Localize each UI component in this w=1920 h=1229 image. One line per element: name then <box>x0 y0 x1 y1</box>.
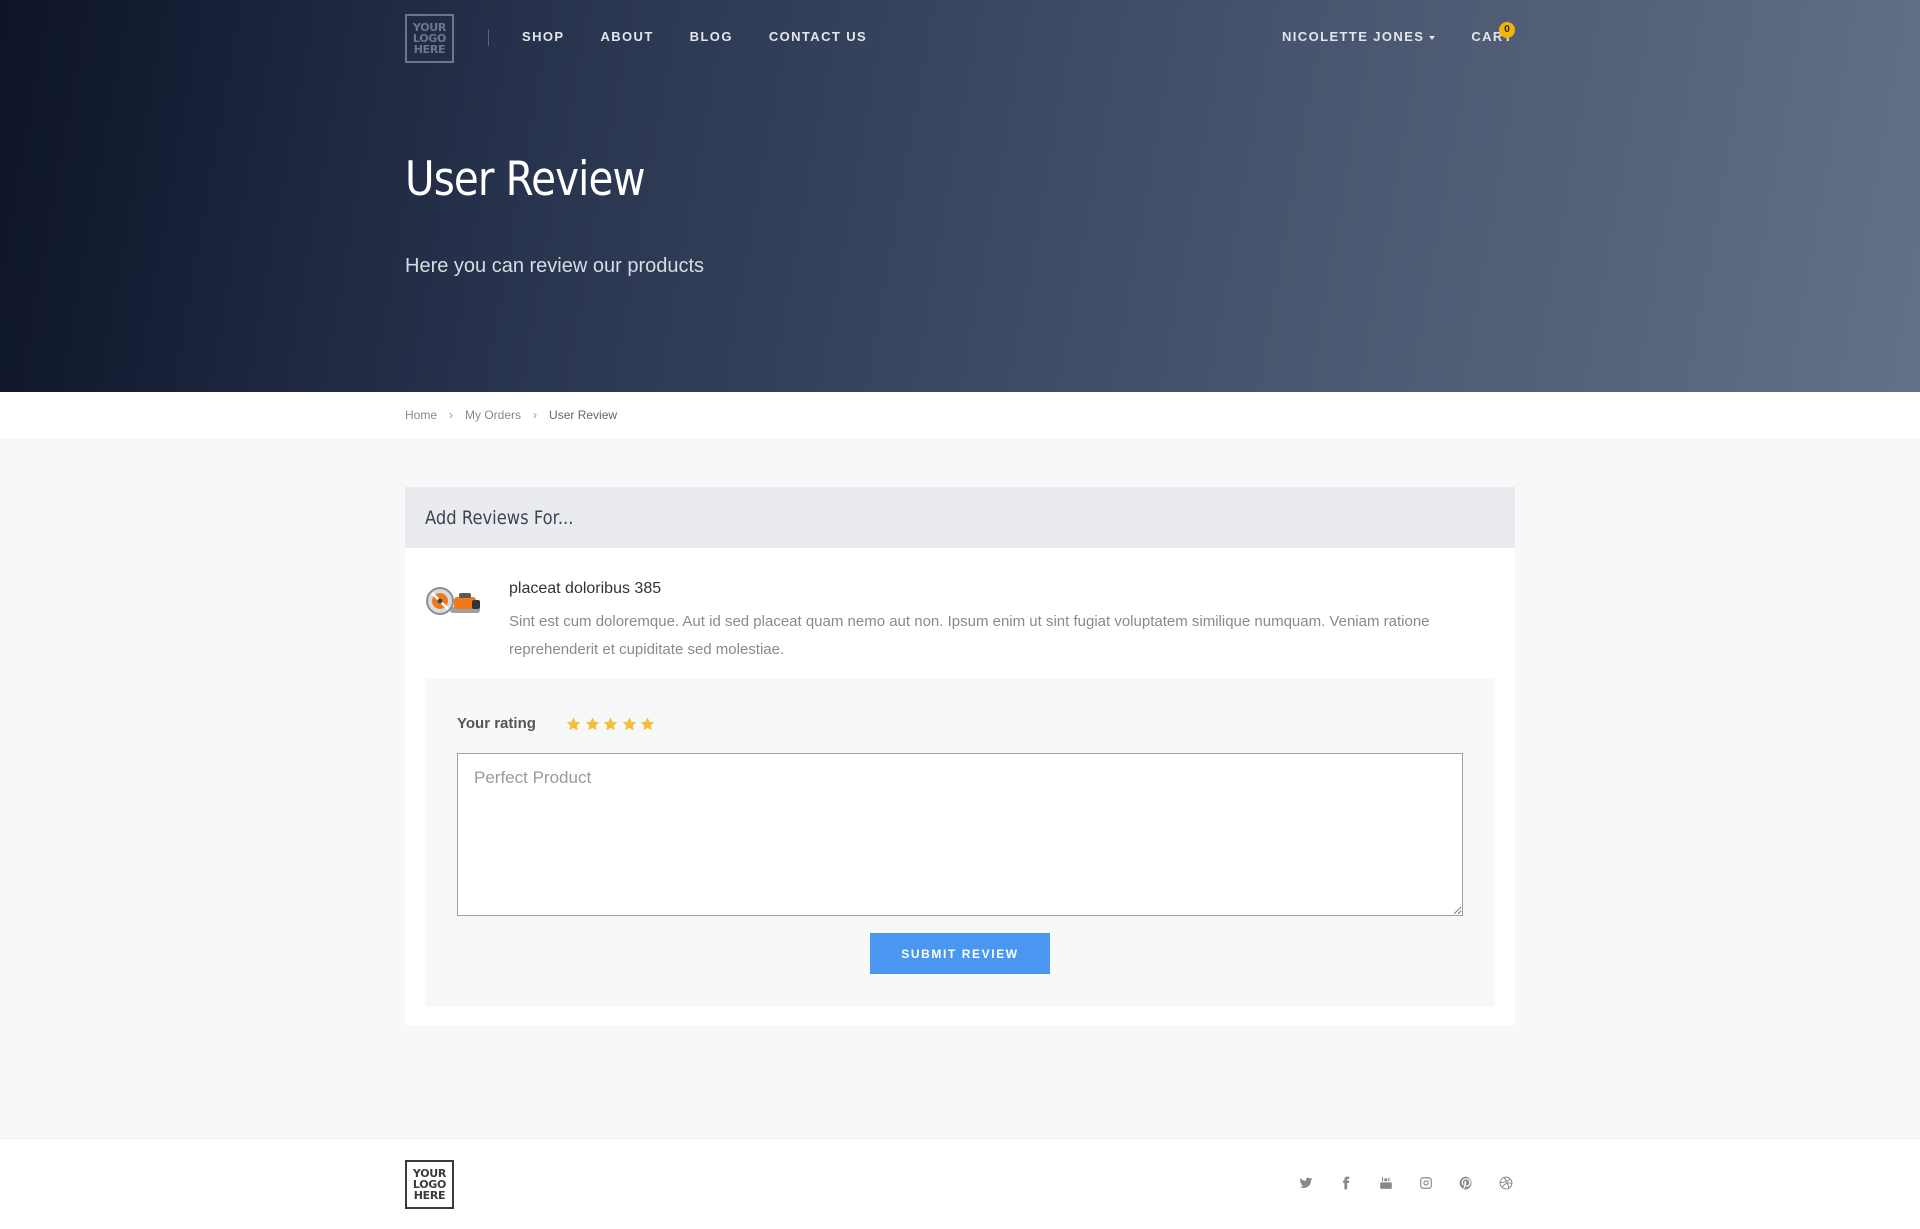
review-form: Your rating SUBMIT REVIEW <box>425 679 1495 1007</box>
page-subtitle: Here you can review our products <box>405 255 705 277</box>
review-textarea[interactable] <box>457 753 1463 916</box>
footer-logo[interactable]: YOUR LOGO HERE <box>405 1160 454 1209</box>
nav-contact[interactable]: CONTACT US <box>769 29 867 44</box>
star-icon[interactable] <box>639 716 656 732</box>
card-header: Add Reviews For... <box>405 487 1515 548</box>
nav-shop[interactable]: SHOP <box>522 29 564 44</box>
nav-about[interactable]: ABOUT <box>600 29 653 44</box>
cart-count-badge: 0 <box>1499 22 1515 38</box>
user-menu[interactable]: NICOLETTE JONES <box>1282 29 1436 44</box>
pinterest-icon[interactable] <box>1446 1175 1486 1191</box>
hero-banner: YOUR LOGO HERE SHOP ABOUT BLOG CONTACT U… <box>0 0 1920 392</box>
breadcrumb-bar: Home › My Orders › User Review <box>0 392 1920 439</box>
product-name[interactable]: placeat doloribus 385 <box>509 580 661 598</box>
youtube-icon[interactable] <box>1366 1175 1406 1191</box>
product-description: Sint est cum doloremque. Aut id sed plac… <box>509 613 1430 658</box>
chevron-down-icon <box>1429 35 1436 40</box>
logo[interactable]: YOUR LOGO HERE <box>405 14 454 63</box>
chainsaw-product-icon <box>426 587 480 615</box>
main-nav: SHOP ABOUT BLOG CONTACT US <box>522 29 903 44</box>
twitter-icon[interactable] <box>1286 1175 1326 1191</box>
nav-divider <box>488 29 489 46</box>
star-rating[interactable] <box>565 716 658 732</box>
card-heading: Add Reviews For... <box>425 506 574 529</box>
dribbble-icon[interactable] <box>1486 1175 1526 1191</box>
breadcrumb-orders[interactable]: My Orders <box>465 408 521 422</box>
star-icon[interactable] <box>584 716 601 732</box>
footer: YOUR LOGO HERE <box>0 1138 1920 1229</box>
social-links <box>1286 1175 1526 1191</box>
breadcrumb-home[interactable]: Home <box>405 408 437 422</box>
nav-blog[interactable]: BLOG <box>690 29 733 44</box>
breadcrumb: Home › My Orders › User Review <box>405 408 617 422</box>
chevron-right-icon: › <box>533 408 538 422</box>
instagram-icon[interactable] <box>1406 1175 1446 1191</box>
page-title: User Review <box>405 152 646 207</box>
chevron-right-icon: › <box>449 408 454 422</box>
rating-label: Your rating <box>457 715 536 732</box>
star-icon[interactable] <box>602 716 619 732</box>
facebook-icon[interactable] <box>1326 1175 1366 1191</box>
star-icon[interactable] <box>621 716 638 732</box>
user-nav: NICOLETTE JONES CART <box>1282 29 1513 44</box>
breadcrumb-current: User Review <box>549 408 618 422</box>
user-name: NICOLETTE JONES <box>1282 29 1425 44</box>
review-card: Add Reviews For... placeat doloribus 385… <box>405 487 1515 1025</box>
star-icon[interactable] <box>565 716 582 732</box>
submit-review-button[interactable]: SUBMIT REVIEW <box>870 933 1050 974</box>
